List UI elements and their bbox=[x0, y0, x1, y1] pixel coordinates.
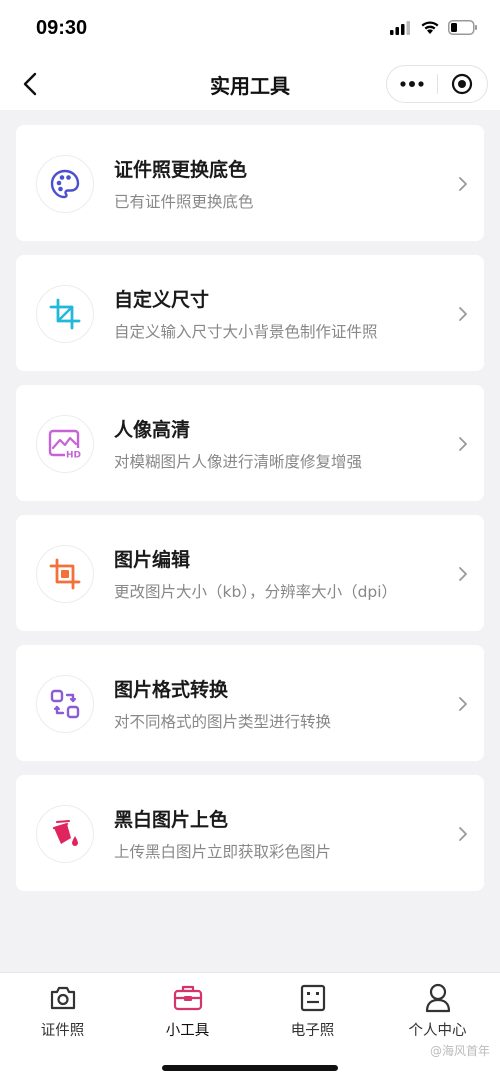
tool-icon bbox=[36, 805, 94, 863]
tab-tools[interactable]: 小工具 bbox=[125, 983, 250, 1043]
tab-label: 证件照 bbox=[40, 1023, 85, 1039]
tab-e-photo[interactable]: 电子照 bbox=[250, 983, 375, 1043]
tool-card-custom-size[interactable]: 自定义尺寸 自定义输入尺寸大小背景色制作证件照 bbox=[16, 255, 484, 371]
target-icon bbox=[452, 73, 473, 95]
tool-icon: HD bbox=[36, 415, 94, 473]
tool-card-image-edit[interactable]: 图片编辑 更改图片大小（kb），分辨率大小（dpi） bbox=[16, 515, 484, 631]
tool-title: 证件照更换底色 bbox=[114, 159, 248, 181]
wifi-icon bbox=[421, 21, 439, 34]
tool-title: 自定义尺寸 bbox=[114, 289, 210, 311]
tool-title: 人像高清 bbox=[114, 419, 191, 441]
tab-label: 个人中心 bbox=[408, 1023, 467, 1039]
tab-icon bbox=[48, 983, 78, 1013]
tool-icon bbox=[36, 155, 94, 213]
tool-desc: 自定义输入尺寸大小背景色制作证件照 bbox=[114, 323, 378, 341]
crop-edit-icon bbox=[49, 558, 81, 590]
tool-title: 黑白图片上色 bbox=[114, 809, 229, 831]
chevron-right-icon bbox=[459, 307, 467, 321]
battery-icon bbox=[448, 20, 477, 35]
id-photo-icon bbox=[300, 984, 325, 1012]
palette-icon bbox=[50, 169, 80, 199]
convert-icon bbox=[50, 689, 80, 719]
tool-icon bbox=[36, 545, 94, 603]
more-button[interactable] bbox=[387, 66, 437, 102]
tool-desc: 对模糊图片人像进行清晰度修复增强 bbox=[114, 453, 363, 471]
more-icon bbox=[400, 81, 424, 87]
hd-image-icon: HD bbox=[48, 429, 82, 459]
tab-label: 小工具 bbox=[165, 1023, 210, 1039]
tab-icon bbox=[173, 983, 203, 1013]
tab-label: 电子照 bbox=[290, 1023, 335, 1039]
tab-id-photo[interactable]: 证件照 bbox=[0, 983, 125, 1043]
chevron-right-icon bbox=[459, 177, 467, 191]
camera-icon bbox=[50, 986, 75, 1010]
tab-icon bbox=[423, 983, 453, 1013]
tool-desc: 更改图片大小（kb），分辨率大小（dpi） bbox=[114, 583, 398, 601]
watermark: @海风首年 bbox=[429, 1044, 490, 1058]
nav-bar: 实用工具 bbox=[0, 58, 500, 110]
tool-desc: 已有证件照更换底色 bbox=[114, 193, 254, 211]
tab-icon bbox=[298, 983, 328, 1013]
status-time: 09:30 bbox=[36, 17, 88, 39]
user-icon bbox=[425, 983, 450, 1013]
chevron-right-icon bbox=[459, 697, 467, 711]
tool-card-portrait-hd[interactable]: HD 人像高清 对模糊图片人像进行清晰度修复增强 bbox=[16, 385, 484, 501]
tool-desc: 对不同格式的图片类型进行转换 bbox=[114, 713, 332, 731]
chevron-right-icon bbox=[459, 827, 467, 841]
toolbox-icon bbox=[173, 985, 202, 1011]
tab-profile[interactable]: 个人中心 bbox=[375, 983, 500, 1043]
status-bar: 09:30 bbox=[0, 0, 500, 58]
paint-bucket-icon bbox=[52, 820, 78, 846]
crop-icon bbox=[49, 298, 81, 330]
status-icons bbox=[390, 20, 478, 35]
signal-icon bbox=[390, 20, 410, 35]
tool-icon bbox=[36, 675, 94, 733]
chevron-right-icon bbox=[459, 437, 467, 451]
tool-card-change-background[interactable]: 证件照更换底色 已有证件照更换底色 bbox=[16, 125, 484, 241]
close-miniprogram-button[interactable] bbox=[438, 66, 487, 102]
chevron-right-icon bbox=[459, 567, 467, 581]
home-indicator bbox=[162, 1065, 338, 1071]
svg-text:HD: HD bbox=[66, 451, 81, 460]
tool-icon bbox=[36, 285, 94, 343]
tool-card-format-convert[interactable]: 图片格式转换 对不同格式的图片类型进行转换 bbox=[16, 645, 484, 761]
tool-desc: 上传黑白图片立即获取彩色图片 bbox=[114, 843, 332, 861]
tool-title: 图片编辑 bbox=[114, 549, 191, 571]
capsule-menu bbox=[386, 65, 488, 103]
tool-title: 图片格式转换 bbox=[114, 679, 229, 701]
tool-card-colorize[interactable]: 黑白图片上色 上传黑白图片立即获取彩色图片 bbox=[16, 775, 484, 891]
